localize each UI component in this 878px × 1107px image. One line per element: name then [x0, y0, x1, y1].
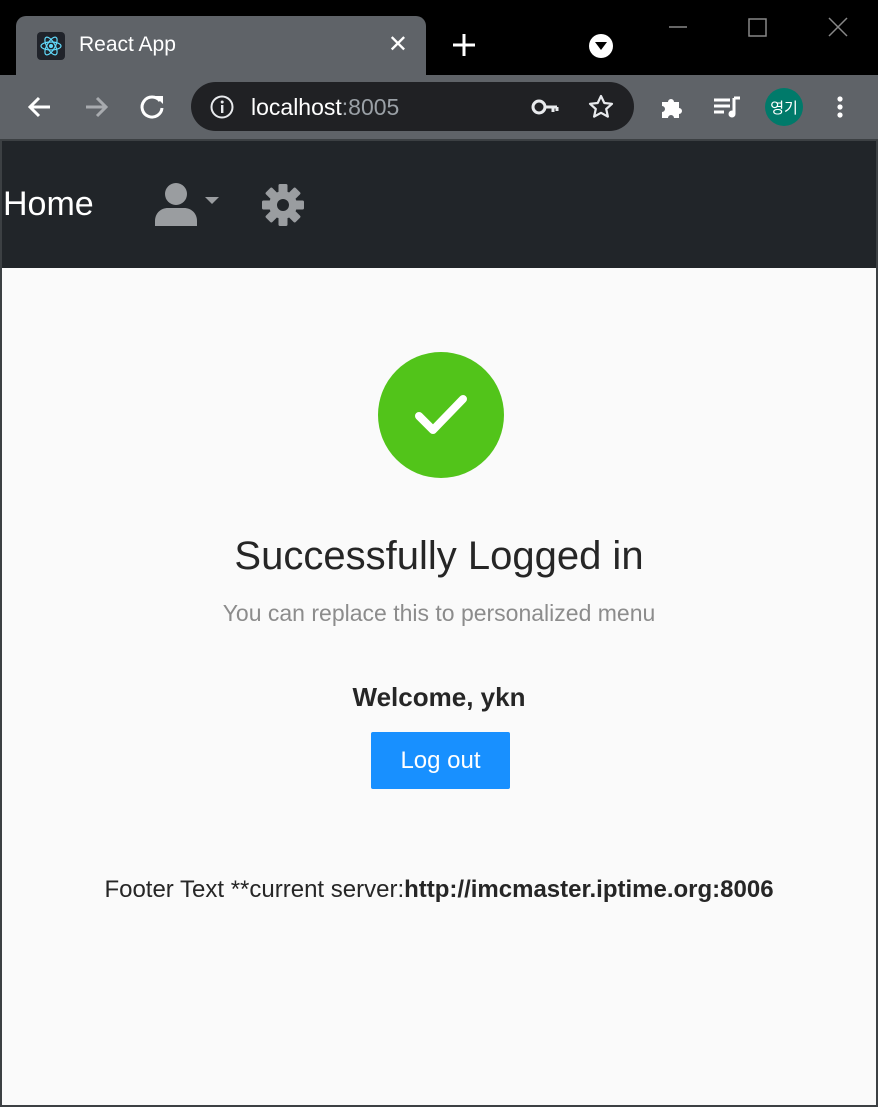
close-window-icon[interactable]: [823, 14, 853, 44]
site-info-icon[interactable]: [209, 94, 235, 120]
browser-menu-icon[interactable]: [825, 92, 855, 122]
browser-tab-strip: React App ✕: [0, 0, 878, 75]
nav-home-link[interactable]: Home: [3, 185, 94, 224]
caret-down-icon: [205, 197, 219, 204]
extensions-puzzle-icon[interactable]: [657, 92, 687, 122]
new-tab-icon[interactable]: [449, 30, 479, 60]
window-border-left: [0, 141, 2, 1107]
reload-icon[interactable]: [137, 92, 167, 122]
browser-toolbar: localhost:8005 영기: [0, 75, 878, 139]
url-port: :8005: [341, 94, 400, 120]
close-tab-icon[interactable]: ✕: [388, 32, 408, 58]
result-title: Successfully Logged in: [234, 534, 644, 578]
media-queue-icon[interactable]: [712, 92, 742, 122]
react-logo-icon: [37, 32, 65, 60]
welcome-message: Welcome, ykn: [352, 682, 526, 712]
user-icon: [155, 183, 219, 226]
page-content: Home Successfully Logged in You can repl…: [2, 141, 876, 1105]
logout-button[interactable]: Log out: [371, 732, 510, 789]
url-text[interactable]: localhost:8005: [251, 94, 399, 121]
url-host: localhost: [251, 94, 342, 120]
success-check-icon: [378, 352, 504, 478]
footer-text: Footer Text **current server:: [104, 876, 405, 903]
footer: Footer Text **current server:http://imcm…: [2, 876, 876, 904]
app-navbar: Home: [2, 141, 876, 268]
gear-icon[interactable]: [260, 182, 306, 228]
result-subtitle: You can replace this to personalized men…: [222, 600, 656, 626]
tab-search-icon[interactable]: [589, 34, 613, 58]
tab-title: React App: [79, 33, 176, 56]
browser-tab[interactable]: React App ✕: [16, 16, 426, 75]
profile-avatar[interactable]: 영기: [765, 88, 803, 126]
address-bar[interactable]: localhost:8005: [191, 82, 634, 131]
footer-server-url: http://imcmaster.iptime.org:8006: [404, 876, 774, 903]
back-arrow-icon[interactable]: [25, 92, 55, 122]
password-key-icon[interactable]: [531, 94, 559, 120]
user-dropdown[interactable]: [154, 181, 224, 229]
maximize-icon[interactable]: [743, 14, 773, 44]
minimize-icon[interactable]: [663, 14, 693, 44]
bookmark-star-icon[interactable]: [587, 93, 615, 121]
forward-arrow-icon[interactable]: [81, 92, 111, 122]
